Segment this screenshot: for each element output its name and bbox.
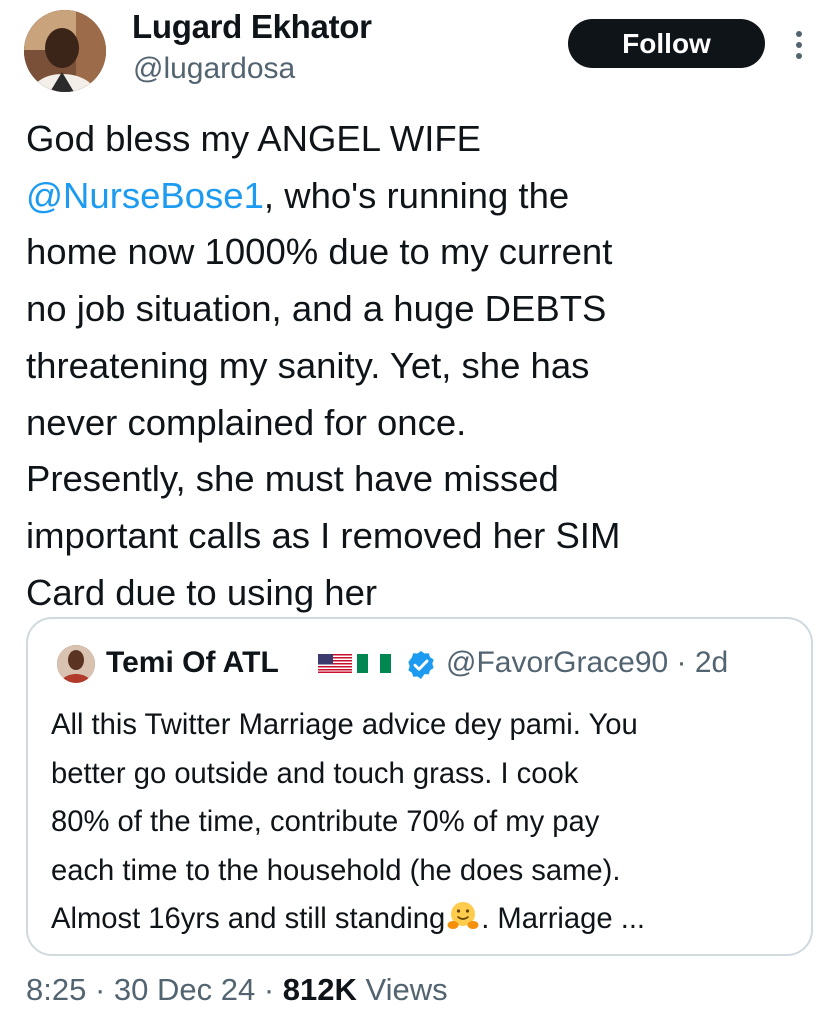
tweet-line: Card due to using her [26,571,378,613]
quote-line: 80% of the time, contribute 70% of my pa… [51,806,600,838]
quote-line-part: Almost 16yrs and still standing [51,903,446,935]
author-handle[interactable]: @lugardosa [133,52,295,86]
author-display-name[interactable]: Lugard Ekhator [132,8,372,46]
timestamp-link[interactable]: 8:25 · 30 Dec 24 · [26,972,283,1007]
follow-button[interactable]: Follow [568,19,765,68]
tweet-line: never complained for once. [26,401,467,443]
quote-handle-time[interactable]: @FavorGrace90 · 2d [446,646,728,680]
tweet-text: God bless my ANGEL WIFE @NurseBose1, who… [26,111,816,621]
tweet-line: no job situation, and a huge DEBTS [26,288,607,330]
quote-line-part: . Marriage ... [481,903,646,935]
tweet-line: @NurseBose1, who's running the [26,168,816,225]
quote-author-name[interactable]: Temi Of ATL [106,646,279,680]
quote-author-avatar[interactable] [57,645,95,683]
quote-line: each time to the household (he does same… [51,854,621,887]
tweet-meta: 8:25 · 30 Dec 24 · 812K Views [26,972,448,1008]
views-count[interactable]: 812K [283,972,357,1007]
tweet-line-rest: , who's running the [263,174,570,216]
views-label: Views [356,972,448,1007]
more-vertical-icon[interactable] [784,28,814,62]
author-avatar[interactable] [24,10,106,92]
quoted-tweet-card[interactable]: Temi Of ATL @FavorGrace90 · 2d All this … [26,617,813,956]
quote-text: All this Twitter Marriage advice dey pam… [51,701,801,944]
tweet-line: home now 1000% due to my current [26,231,613,273]
tweet-line: important calls as I removed her SIM [26,514,621,556]
profile-photo-icon [24,10,106,92]
us-flag-icon [318,654,352,673]
mention-link[interactable]: @NurseBose1 [26,175,264,216]
quote-line: All this Twitter Marriage advice dey pam… [51,709,638,741]
nigeria-flag-icon [357,654,391,673]
tweet-line: God bless my ANGEL WIFE [26,118,482,159]
quote-line: better go outside and touch grass. I coo… [51,757,579,790]
hugging-face-icon [447,902,479,929]
quote-line: Almost 16yrs and still standing . Marria… [51,895,801,944]
tweet-line: threatening my sanity. Yet, she has [26,344,590,386]
tweet-line: Presently, she must have missed [26,458,559,500]
verified-badge-icon[interactable] [405,649,437,681]
profile-photo-icon [57,645,95,683]
